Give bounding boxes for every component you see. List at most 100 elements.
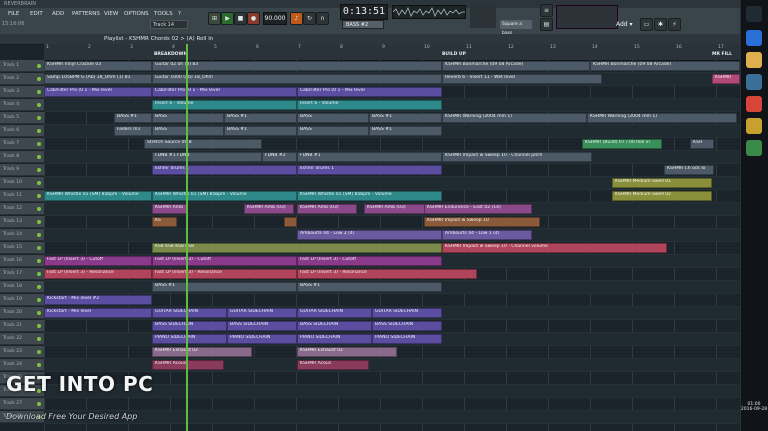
- mute-indicator-icon[interactable]: [37, 337, 41, 341]
- taskbar-search-icon[interactable]: [746, 6, 762, 22]
- playlist-clip[interactable]: Cab/Filter Pro (0 1 - Mix level: [152, 87, 297, 97]
- playlist-clip[interactable]: Insert 6 - Volume: [152, 100, 297, 110]
- playlist-clip[interactable]: FDNB #2: [262, 152, 297, 162]
- track-header[interactable]: Track 3: [0, 86, 44, 98]
- playlist-clip[interactable]: BASS #1: [152, 282, 297, 292]
- playlist-clip[interactable]: BASS #1: [224, 126, 297, 136]
- playlist-clip[interactable]: KSHMR Warning (2004 mm 1): [442, 113, 587, 123]
- playlist-clip[interactable]: BASS SIDECHAIN: [297, 321, 372, 331]
- track-lane[interactable]: [44, 411, 740, 424]
- playlist-clip[interactable]: Kickstart - Mix level #2: [44, 295, 152, 305]
- track-header[interactable]: Track 8: [0, 151, 44, 163]
- track-header[interactable]: Track 1: [0, 60, 44, 72]
- track-lane[interactable]: [44, 216, 740, 229]
- track-header[interactable]: Track 12: [0, 203, 44, 215]
- playlist-clip[interactable]: GUITAR SIDECHAIN: [297, 308, 372, 318]
- playlist-clip[interactable]: Fast LP (Insert 3) - Resonance: [152, 269, 297, 279]
- playlist-clip[interactable]: BASS #1: [297, 282, 442, 292]
- playlist-clip[interactable]: KSHMR Endurance - East 02 (14): [424, 204, 532, 214]
- playlist-clip[interactable]: KSHMR Ch ock lo: [664, 165, 714, 175]
- playhead[interactable]: [186, 44, 188, 431]
- mute-indicator-icon[interactable]: [37, 402, 41, 406]
- track-header[interactable]: Track 23: [0, 346, 44, 358]
- playlist-clip[interactable]: GUITAR SIDECHAIN: [227, 308, 297, 318]
- track-lane[interactable]: [44, 359, 740, 372]
- playlist-clip[interactable]: PIANO SIDECHAIN: [227, 334, 297, 344]
- track-header[interactable]: Track 6: [0, 125, 44, 137]
- playlist-clip[interactable]: PIANO SIDECHAIN: [372, 334, 442, 344]
- track-header[interactable]: Track 17: [0, 268, 44, 280]
- playlist-clip[interactable]: Faders m1: [114, 126, 152, 136]
- playlist-clip[interactable]: KSHMR Medium Swell 02: [612, 191, 712, 201]
- mute-indicator-icon[interactable]: [37, 116, 41, 120]
- playlist-clip[interactable]: FDNB #1 FDNB: [152, 152, 262, 162]
- playlist-clip[interactable]: KSHMR Exhaust 02: [152, 347, 252, 357]
- mute-indicator-icon[interactable]: [37, 194, 41, 198]
- app-icon[interactable]: [746, 140, 762, 156]
- track-lane[interactable]: [44, 398, 740, 411]
- track-header[interactable]: Track 4: [0, 99, 44, 111]
- playlist-clip[interactable]: Ambourts 04 - Low 1 (4): [442, 230, 532, 240]
- playlist-clip[interactable]: KSHMR Amb: [152, 204, 187, 214]
- playlist-clip[interactable]: Kickstart - Mix level: [44, 308, 152, 318]
- mute-indicator-icon[interactable]: [37, 64, 41, 68]
- track-header[interactable]: Track 14: [0, 229, 44, 241]
- ie-icon[interactable]: [746, 30, 762, 46]
- track-header[interactable]: Track 15: [0, 242, 44, 254]
- track-header[interactable]: Track 5: [0, 112, 44, 124]
- track-header[interactable]: Track 21: [0, 320, 44, 332]
- playlist-clip[interactable]: KSHMR Medium Swell 01: [612, 178, 712, 188]
- mute-indicator-icon[interactable]: [37, 363, 41, 367]
- playlist-clip[interactable]: KSHMR Acous: [152, 360, 224, 370]
- playlist-clip[interactable]: KSHMR Bonmarche (09 08 Arcade): [442, 61, 590, 71]
- track-header[interactable]: Track 13: [0, 216, 44, 228]
- mute-indicator-icon[interactable]: [37, 272, 41, 276]
- playlist-clip[interactable]: KS: [152, 217, 177, 227]
- mute-indicator-icon[interactable]: [37, 90, 41, 94]
- track-header[interactable]: Track 10: [0, 177, 44, 189]
- playlist-clip[interactable]: Reverb 6 - Insert 11 - Wet level: [442, 74, 602, 84]
- playlist-clip[interactable]: KSH: [690, 139, 714, 149]
- mute-indicator-icon[interactable]: [37, 129, 41, 133]
- playlist-clip[interactable]: kshmr drums 1: [152, 165, 297, 175]
- playlist-clip[interactable]: KSHMR Amb (03): [297, 204, 357, 214]
- mute-indicator-icon[interactable]: [37, 298, 41, 302]
- mute-indicator-icon[interactable]: [37, 168, 41, 172]
- track-header[interactable]: Track 9: [0, 164, 44, 176]
- playlist-clip[interactable]: BASS SIDECHAIN: [372, 321, 442, 331]
- playlist-clip[interactable]: KSHMR Impact w Sweep 10 - Channel pitch: [442, 152, 592, 162]
- playlist-clip[interactable]: KSHMR Whistle 01 (SM) 85bpm - Volume: [152, 191, 297, 201]
- mute-indicator-icon[interactable]: [37, 259, 41, 263]
- playlist-clip[interactable]: BASS: [297, 113, 369, 123]
- playlist-clip[interactable]: Cab/Filter Pro (0 1 - Mix level: [44, 87, 152, 97]
- playlist-clip[interactable]: BASS #1: [224, 113, 297, 123]
- playlist-clip[interactable]: Fast LP (Insert 3) - Cutoff: [297, 256, 442, 266]
- playlist-clip[interactable]: KSHMR Impact w Sweep 10: [424, 217, 540, 227]
- playlist-clip[interactable]: Fast LP (Insert 3) - Cutoff: [44, 256, 152, 266]
- mute-indicator-icon[interactable]: [37, 220, 41, 224]
- playlist-clip[interactable]: FDNB #1: [297, 152, 442, 162]
- mute-indicator-icon[interactable]: [37, 324, 41, 328]
- playlist-clip[interactable]: BASS SIDECHAIN: [152, 321, 227, 331]
- track-header[interactable]: Track 19: [0, 294, 44, 306]
- track-header[interactable]: Track 20: [0, 307, 44, 319]
- playlist-clip[interactable]: KSHMR (Build) 07 / 00 Roll in: [582, 139, 662, 149]
- playlist-clip[interactable]: kshmr drums 1: [297, 165, 442, 175]
- playlist-clip[interactable]: Ambourts 04 - Low 2 (4): [297, 230, 442, 240]
- playlist-clip[interactable]: Insert 6 - Volume: [297, 100, 442, 110]
- playlist-clip[interactable]: Fast LP (Insert 3) - Resonance: [44, 269, 152, 279]
- mute-indicator-icon[interactable]: [37, 155, 41, 159]
- playlist-clip[interactable]: KSHMR Amb (03): [244, 204, 294, 214]
- mute-indicator-icon[interactable]: [37, 350, 41, 354]
- track-header[interactable]: Track 11: [0, 190, 44, 202]
- mute-indicator-icon[interactable]: [37, 77, 41, 81]
- playlist-clip[interactable]: PIANO SIDECHAIN: [297, 334, 372, 344]
- playlist-clip[interactable]: BASS: [297, 126, 369, 136]
- playlist-clip[interactable]: KSHMR: [712, 74, 740, 84]
- playlist-clip[interactable]: GUITAR SIDECHAIN: [152, 308, 227, 318]
- folder-icon[interactable]: [746, 52, 762, 68]
- playlist-clip[interactable]: GUITAR SIDECHAIN: [372, 308, 442, 318]
- playlist-clip[interactable]: KSHMR Whistle 01 (SM) 85bpm - Volume: [297, 191, 442, 201]
- playlist-clip[interactable]: KSHMR Impact w Sweep 10 - Channel volume: [442, 243, 667, 253]
- mute-indicator-icon[interactable]: [37, 103, 41, 107]
